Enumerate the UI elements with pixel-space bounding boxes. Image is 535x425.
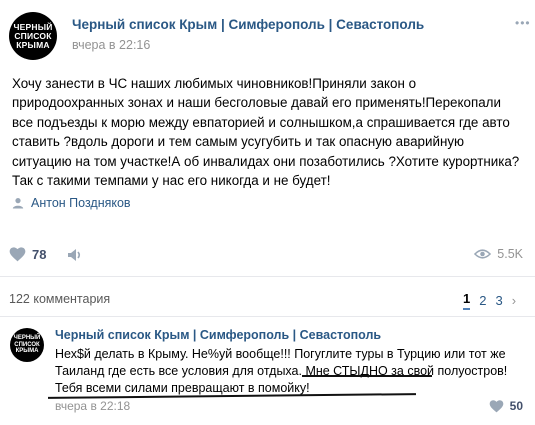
like-button[interactable]: 78 [9,247,46,262]
user-icon [12,198,24,209]
comment-avatar-line-3: КРЫМА [15,348,39,355]
group-name-link[interactable]: Черный список Крым | Симферополь | Севас… [72,17,424,32]
comment-text: Нех$й делать в Крыму. Не%уй вообще!!! По… [55,347,508,395]
like-count: 78 [32,247,47,262]
views-counter: 5.5K [474,247,523,261]
comment-item: ЧЕРНЫЙ СПИСОК КРЫМА Черный список Крым |… [0,320,535,425]
heart-icon [9,247,26,262]
share-icon [68,249,81,261]
post-text: Хочу занести в ЧС наших любимых чиновник… [12,76,520,189]
comments-count: 122 комментария [9,292,111,306]
comments-pagination: 1 2 3 › [463,291,516,310]
share-button[interactable] [67,248,83,267]
post-time[interactable]: вчера в 22:16 [72,38,150,52]
comment-like-count: 50 [509,399,523,413]
group-avatar[interactable]: ЧЕРНЫЙ СПИСОК КРЫМА [9,12,57,60]
divider [0,276,535,277]
post-actions: 78 5.5K [0,240,535,270]
divider [0,316,535,317]
next-page-button[interactable]: › [512,293,516,308]
more-options-button[interactable]: ••• [515,16,531,30]
underline-mark [302,375,432,377]
page-1[interactable]: 1 [463,291,471,310]
page-2[interactable]: 2 [479,293,486,308]
comments-header: 122 комментария 1 2 3 › [0,284,535,314]
heart-icon [489,399,503,412]
post-author-signature[interactable]: Антон Поздняков [12,194,131,212]
eye-icon [474,249,492,259]
views-count: 5.5K [497,247,523,261]
page-3[interactable]: 3 [495,293,502,308]
comment-time[interactable]: вчера в 22:18 [55,399,130,413]
comment-author-link[interactable]: Черный список Крым | Симферополь | Севас… [55,328,381,342]
comment-like-button[interactable]: 50 [489,399,523,413]
comment-avatar[interactable]: ЧЕРНЫЙ СПИСОК КРЫМА [10,328,44,362]
post-header: ЧЕРНЫЙ СПИСОК КРЫМА Черный список Крым |… [0,0,535,62]
avatar-line-3: КРЫМА [16,39,50,50]
author-name: Антон Поздняков [31,196,131,210]
